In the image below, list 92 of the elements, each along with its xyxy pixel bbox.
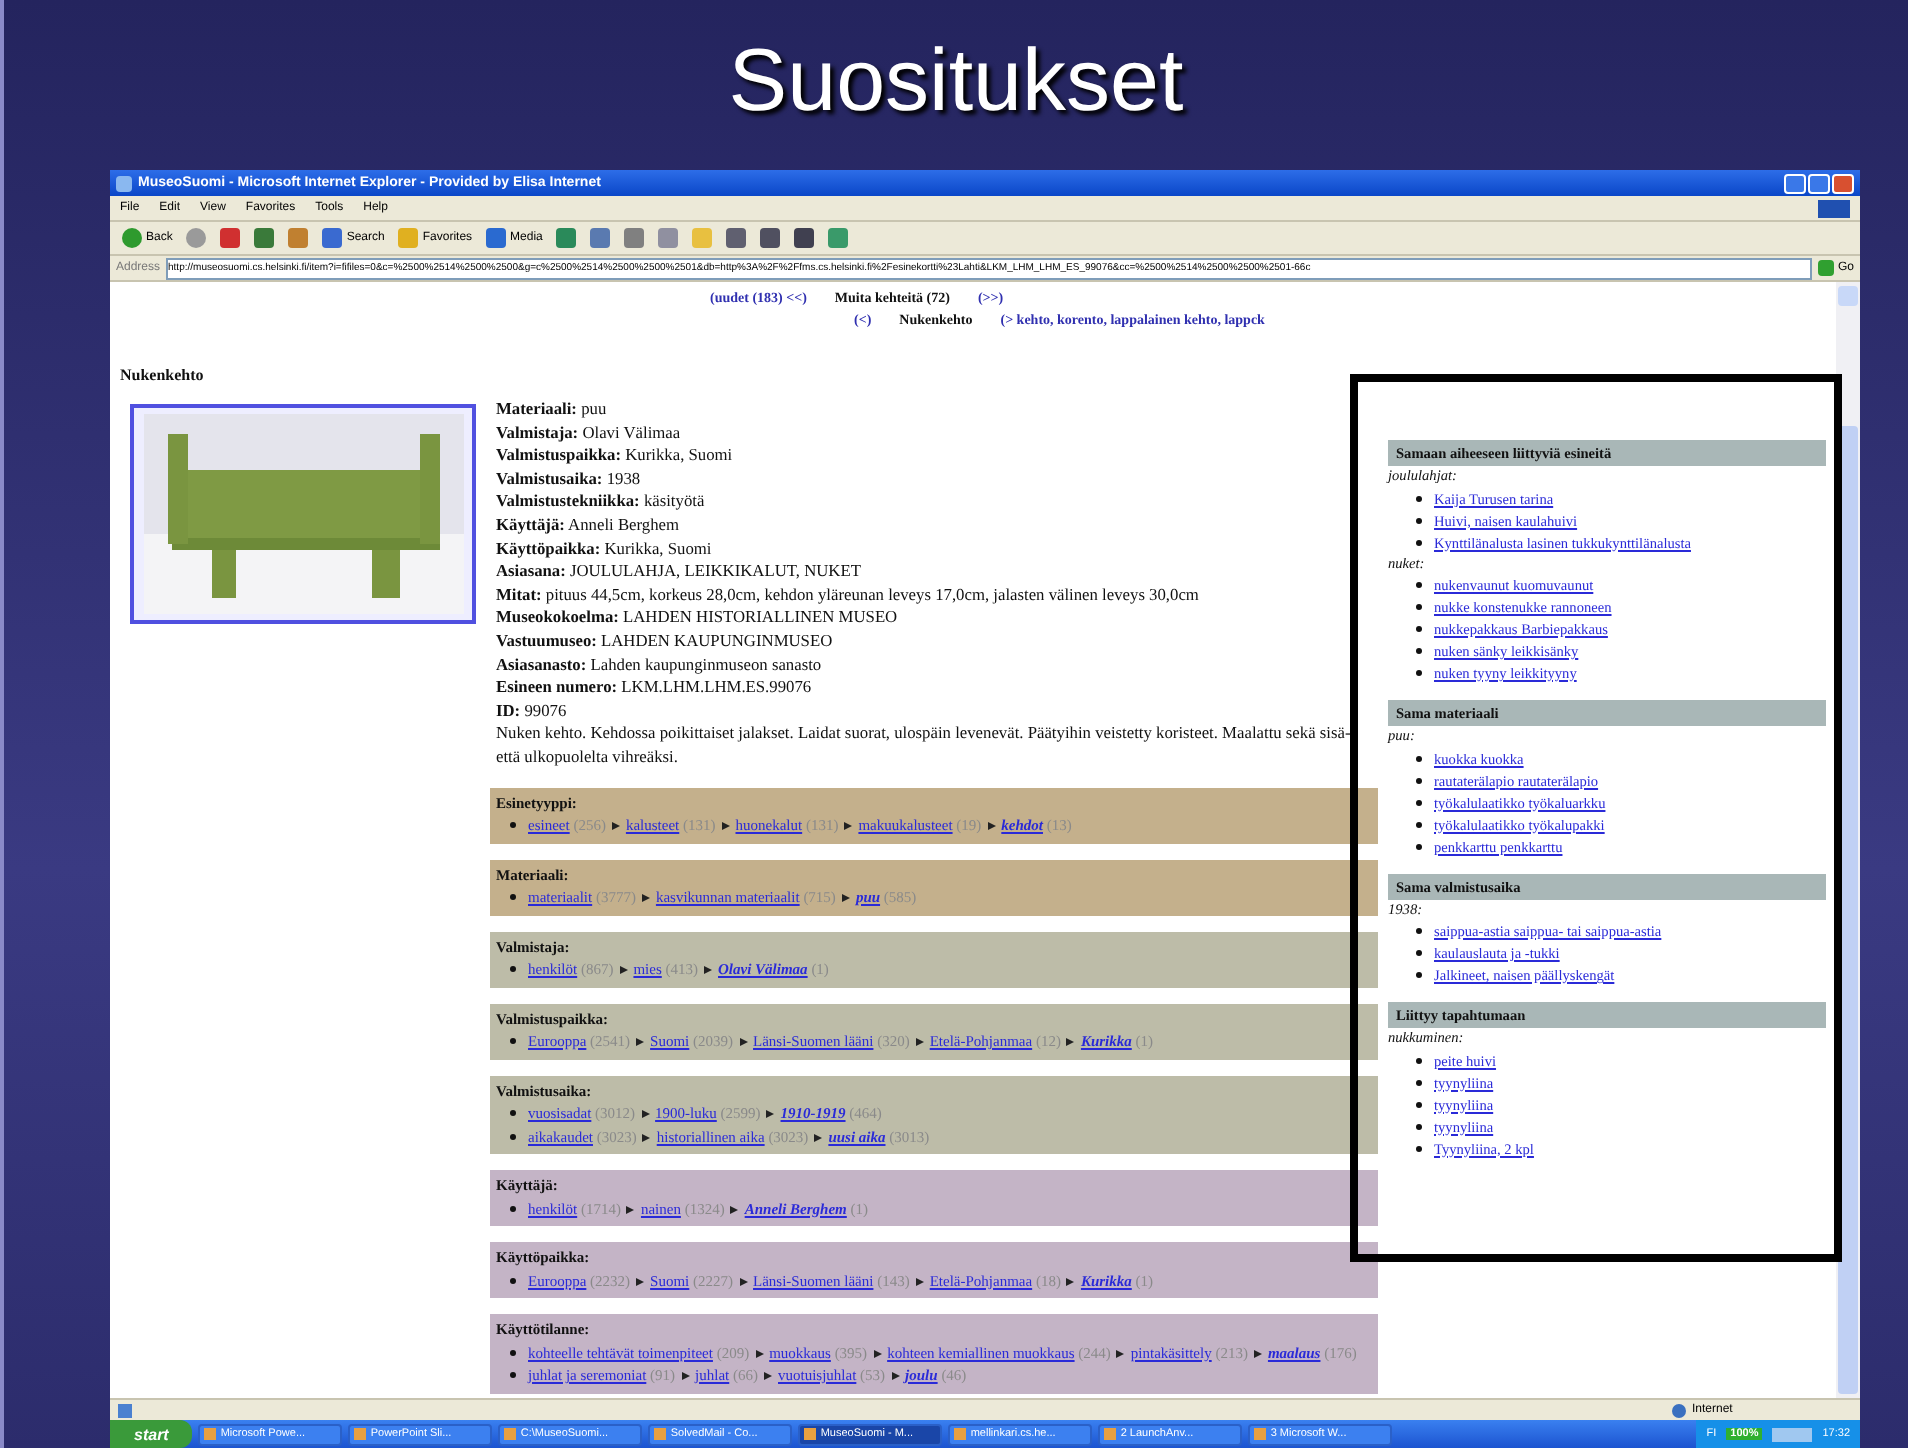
bullet-icon — [1416, 950, 1422, 956]
property-line: Asiasanasto: Lahden kaupunginmuseon sanasto — [496, 653, 824, 677]
toolbar-button[interactable] — [790, 224, 819, 252]
toolbar-button[interactable] — [552, 224, 581, 252]
property-line: Mitat: pituus 44,5cm, korkeus 28,0cm, kehdon yläreunan leveys 17,0cm, jalasten välinen leveys 30,0cm — [496, 583, 1201, 607]
bullet-icon — [510, 966, 516, 972]
bullet-icon — [1416, 1145, 1422, 1151]
separator-icon — [915, 1277, 924, 1285]
property-line: ID: 99076 — [496, 699, 569, 723]
maximize-button[interactable] — [1808, 173, 1830, 193]
ie-icon — [116, 175, 132, 191]
bullet-icon — [510, 1133, 516, 1139]
bullet-icon — [1416, 1101, 1422, 1107]
separator-icon — [814, 1133, 823, 1141]
separator-icon — [841, 894, 850, 902]
separator-icon — [755, 1349, 764, 1357]
bullet-icon — [1416, 928, 1422, 934]
toolbar-button[interactable] — [722, 224, 751, 252]
property-line: Asiasana: JOULULAHJA, LEIKKIKALUT, NUKET — [496, 560, 863, 584]
separator-icon — [642, 1133, 651, 1141]
separator-icon — [721, 822, 730, 830]
page-icon — [118, 1403, 132, 1417]
bullet-icon — [1416, 495, 1422, 501]
separator-icon — [891, 1372, 900, 1380]
bullet-icon — [1416, 1057, 1422, 1063]
bullet-icon — [1416, 1123, 1422, 1129]
property-line: Vastuumuseo: LAHDEN KAUPUNGINMUSEO — [496, 629, 835, 654]
property-line: Museokokoelma: LAHDEN HISTORIALLINEN MUSEO — [496, 606, 900, 630]
bullet-icon — [1416, 582, 1422, 588]
bullet-icon — [1416, 843, 1422, 849]
slide-title: Suositukset — [728, 30, 1184, 134]
bullet-icon — [1416, 755, 1422, 761]
property-line: Valmistaja: Olavi Välimaa — [496, 421, 683, 445]
separator-icon — [739, 1038, 748, 1046]
separator-icon — [1116, 1349, 1125, 1357]
bullet-icon — [510, 1372, 516, 1378]
property-line: Valmistuspaikka: Kurikka, Suomi — [496, 444, 735, 468]
bullet-icon — [1416, 972, 1422, 978]
bullet-icon — [1416, 539, 1422, 545]
separator-icon — [704, 966, 713, 974]
property-line: Valmistusaika: 1938 — [496, 467, 643, 491]
separator-icon — [873, 1349, 882, 1357]
toolbar-button[interactable] — [250, 224, 279, 252]
bullet-icon — [510, 1110, 516, 1116]
start-button[interactable]: start — [110, 1420, 193, 1448]
separator-icon — [636, 1277, 645, 1285]
toolbar-button[interactable] — [216, 224, 245, 252]
separator-icon — [766, 1110, 775, 1118]
separator-icon — [1066, 1277, 1075, 1285]
minimize-button[interactable] — [1784, 173, 1806, 193]
bullet-icon — [510, 1038, 516, 1044]
toolbar-button[interactable] — [586, 224, 615, 252]
description-text: Nuken kehto. Kehdossa poikittaiset jalakset. Laidat suorat, ulospäin levenevät. Päätyihin veistetty koristeet. Maalattu sekä sisä- että ulkopuolelta vihreäksi. — [496, 722, 1353, 769]
separator-icon — [730, 1205, 739, 1213]
close-button[interactable] — [1832, 173, 1854, 193]
separator-icon — [915, 1038, 924, 1046]
bullet-icon — [510, 894, 516, 900]
separator-icon — [641, 1110, 650, 1118]
bullet-icon — [1416, 670, 1422, 676]
item-heading: Nukenkehto — [120, 366, 206, 388]
separator-icon — [739, 1277, 748, 1285]
property-line: Käyttäjä: Anneli Berghem — [496, 513, 681, 538]
separator-icon — [681, 1372, 690, 1380]
separator-icon — [611, 822, 620, 830]
property-line: Valmistustekniikka: käsityötä — [496, 490, 707, 514]
bullet-icon — [1416, 626, 1422, 632]
separator-icon — [987, 822, 996, 830]
bullet-icon — [1416, 517, 1422, 523]
separator-icon — [844, 822, 853, 830]
bullet-icon — [510, 1277, 516, 1283]
tray-icon — [1772, 1427, 1813, 1441]
property-line: Käyttöpaikka: Kurikka, Suomi — [496, 537, 714, 561]
bullet-icon — [1416, 648, 1422, 654]
globe-icon — [1672, 1403, 1686, 1417]
separator-icon — [641, 894, 650, 902]
toolbar-button[interactable] — [756, 224, 785, 252]
separator-icon — [764, 1372, 772, 1380]
separator-icon — [636, 1038, 645, 1046]
bullet-icon — [510, 1205, 516, 1211]
bullet-icon — [1416, 604, 1422, 610]
property-line: Materiaali: puu — [496, 398, 609, 422]
separator-icon — [1253, 1349, 1262, 1357]
separator-icon — [619, 966, 628, 974]
property-line: Esineen numero: LKM.LHM.LHM.ES.99076 — [496, 676, 814, 700]
separator-icon — [626, 1205, 635, 1213]
bullet-icon — [510, 822, 516, 828]
bullet-icon — [510, 1349, 516, 1355]
bullet-icon — [1416, 799, 1422, 805]
bullet-icon — [1416, 777, 1422, 783]
separator-icon — [1066, 1038, 1075, 1046]
bullet-icon — [1416, 821, 1422, 827]
bullet-icon — [1416, 1079, 1422, 1085]
